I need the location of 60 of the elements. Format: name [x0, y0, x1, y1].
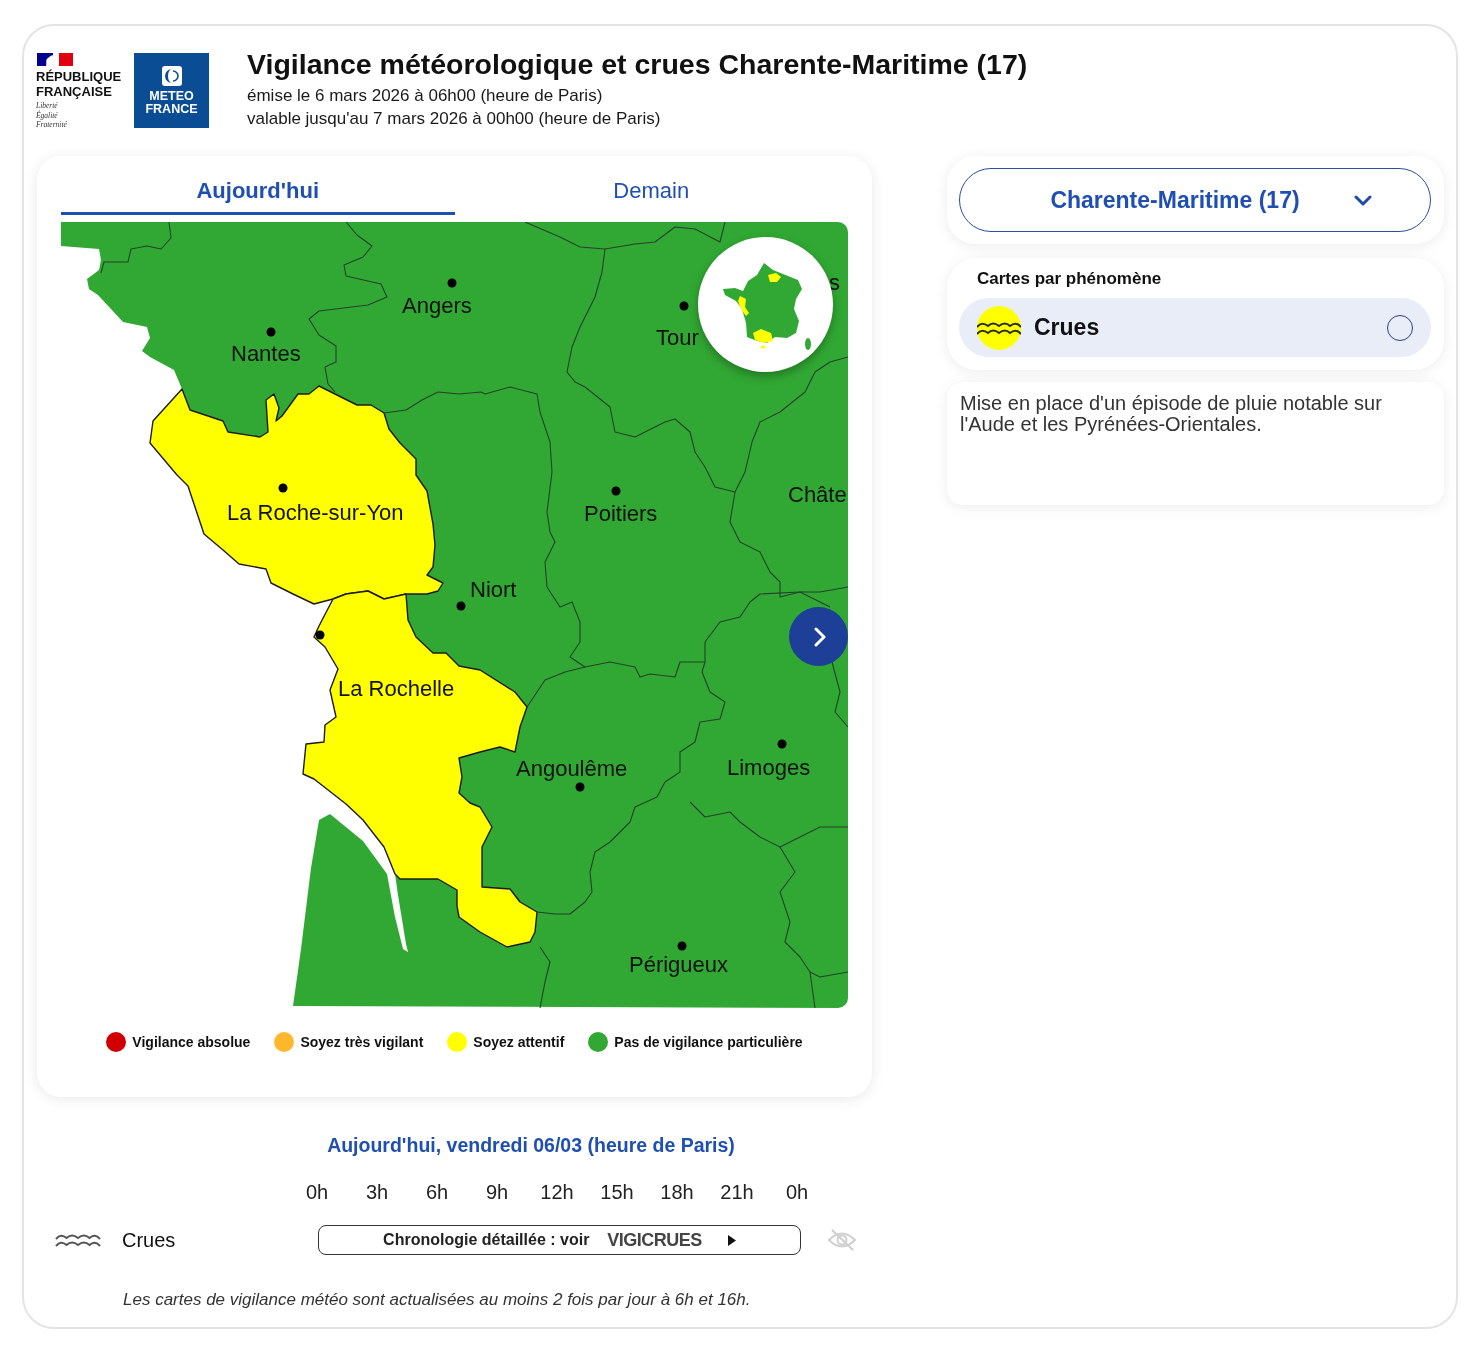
page-title: Vigilance météorologique et crues Charente-Maritime (17) — [247, 47, 1028, 81]
city-label: Limoges — [727, 755, 811, 780]
hour-label: 9h — [484, 1180, 510, 1204]
city-dot-icon — [278, 483, 288, 493]
waves-icon — [55, 1232, 101, 1248]
city-dot-icon — [611, 486, 621, 496]
logo-text: METEO — [149, 90, 194, 103]
city-label: Périgueux — [629, 952, 729, 977]
city-label: s — [829, 270, 840, 295]
city-label: La Roche-sur-Yon — [227, 500, 404, 525]
department-region[interactable] — [149, 385, 444, 605]
department-select[interactable]: Charente-Maritime (17) — [959, 168, 1431, 232]
phenomenon-label: Crues — [122, 1228, 177, 1252]
logo-text: RÉPUBLIQUE — [36, 69, 122, 84]
hour-label: 0h — [304, 1180, 330, 1204]
issue-time: émise le 6 mars 2026 à 06h00 (heure de Paris) — [247, 85, 604, 107]
hour-label: 6h — [424, 1180, 450, 1204]
flag-icon — [37, 53, 73, 66]
legend-label: Vigilance absolue — [132, 1033, 251, 1052]
update-note: Les cartes de vigilance météo sont actualisées au moins 2 fois par jour à 6h et 16h. — [123, 1289, 752, 1311]
chevron-right-icon — [813, 626, 826, 647]
city-label: Tour — [656, 325, 699, 350]
day-tab[interactable]: Demain — [454, 170, 848, 215]
day-tab[interactable]: Aujourd'hui — [61, 170, 455, 215]
legend-label: Soyez attentif — [473, 1033, 565, 1052]
chronology-button[interactable]: Chronologie détaillée : voir VIGICRUES — [318, 1225, 801, 1255]
hour-label: 21h — [719, 1180, 755, 1204]
caret-right-icon — [727, 1234, 736, 1246]
legend-label: Soyez très vigilant — [300, 1033, 424, 1052]
city-label: Angers — [402, 293, 472, 318]
brand-icon — [161, 66, 182, 86]
city-dot-icon — [315, 630, 325, 640]
hour-label: 12h — [539, 1180, 575, 1204]
city-dot-icon — [447, 278, 457, 288]
logo-text: FRANCE — [145, 103, 198, 116]
city-label: La Rochelle — [338, 676, 455, 701]
city-dot-icon — [575, 782, 585, 792]
chevron-down-icon — [1354, 194, 1372, 206]
city-dot-icon — [677, 941, 687, 951]
city-dot-icon — [679, 301, 689, 311]
city-label: Angoulême — [516, 756, 628, 781]
city-label: Poitiers — [584, 501, 658, 526]
city-label: Nantes — [231, 341, 301, 366]
city-dot-icon — [266, 327, 276, 337]
hour-label: 0h — [784, 1180, 810, 1204]
day-title: Aujourd'hui, vendredi 06/03 (heure de Paris) — [326, 1133, 736, 1157]
hour-label: 18h — [659, 1180, 695, 1204]
hour-label: 3h — [364, 1180, 390, 1204]
city-label: Châte — [788, 482, 847, 507]
legend-label: Pas de vigilance particulière — [614, 1033, 803, 1052]
hour-label: 15h — [599, 1180, 635, 1204]
city-dot-icon — [456, 601, 466, 611]
city-dot-icon — [777, 739, 787, 749]
validity-time: valable jusqu'au 7 mars 2026 à 00h00 (heure de Paris) — [247, 108, 662, 130]
message-text: Mise en place d'un épisode de pluie notable sur l'Aude et les Pyrénées-Orientales. — [960, 393, 1383, 435]
section-title: Cartes par phénomène — [976, 270, 1163, 288]
france-map-icon — [720, 260, 813, 353]
logo-text: FRANÇAISE — [36, 84, 112, 99]
phenomenon-option[interactable]: Crues — [959, 298, 1431, 357]
city-label: Niort — [470, 577, 517, 602]
